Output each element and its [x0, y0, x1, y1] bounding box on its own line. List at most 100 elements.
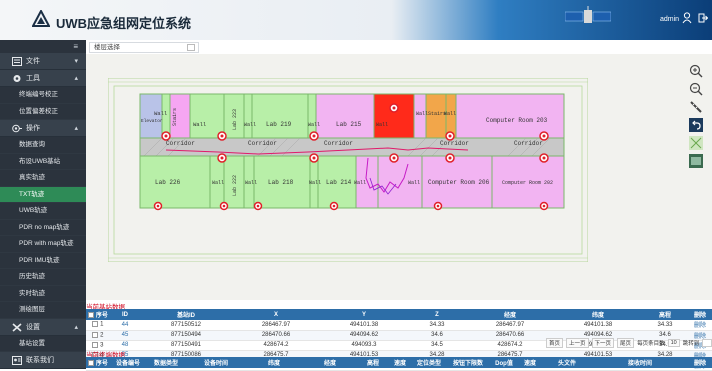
next-page-button[interactable]: 下一页 — [591, 338, 615, 348]
row-checkbox[interactable] — [92, 331, 99, 338]
select-all-checkbox[interactable] — [88, 312, 95, 319]
column-header[interactable]: Y — [320, 309, 408, 320]
row-checkbox[interactable] — [92, 321, 99, 328]
column-header[interactable]: 定位类型 — [412, 357, 446, 368]
column-header[interactable]: 删除 — [688, 309, 712, 320]
undo-icon[interactable] — [689, 118, 703, 132]
sidebar-item-position-correction[interactable]: 位置偏差校正 — [0, 104, 86, 120]
sidebar-item-history-track[interactable]: 历史轨迹 — [0, 269, 86, 286]
sidebar-item-pdr-imu[interactable]: PDR IMU轨迹 — [0, 253, 86, 269]
sidebar-item-txt-track[interactable]: TXT轨迹 — [0, 186, 86, 203]
column-header[interactable]: 数据类型 — [146, 357, 186, 368]
station-marker[interactable] — [539, 131, 549, 141]
column-header[interactable]: 序号 — [86, 309, 110, 320]
sidebar-group-operation[interactable]: 操作 ▴ — [0, 120, 86, 137]
column-header[interactable]: 接收时间 — [592, 357, 688, 368]
station-marker[interactable] — [433, 201, 443, 211]
zoom-in-icon[interactable] — [689, 64, 703, 78]
zoom-out-icon[interactable] — [689, 82, 703, 96]
column-header[interactable]: 设备时间 — [186, 357, 246, 368]
column-header[interactable]: 纬度 — [246, 357, 302, 368]
column-header[interactable]: 经度 — [466, 309, 554, 320]
map-icon[interactable] — [689, 154, 703, 168]
user-icon[interactable] — [682, 12, 692, 24]
column-header[interactable]: 速度 — [518, 357, 542, 368]
floor-select-value: 楼层选择 — [94, 44, 120, 51]
row-checkbox[interactable] — [92, 341, 99, 348]
station-marker[interactable] — [389, 153, 399, 163]
station-marker[interactable] — [329, 201, 339, 211]
logout-icon[interactable] — [698, 13, 708, 23]
floor-select[interactable]: 楼层选择 — [89, 42, 199, 53]
station-marker[interactable] — [389, 103, 399, 113]
column-header[interactable]: 删除 — [688, 357, 712, 368]
sidebar-group-contact[interactable]: 联系我们 — [0, 352, 86, 369]
room-lab-219[interactable] — [251, 93, 309, 139]
sidebar-item-terminal-correction[interactable]: 终端编号校正 — [0, 87, 86, 104]
station-marker[interactable] — [539, 201, 549, 211]
sidebar-group-settings[interactable]: 设置 ▴ — [0, 318, 86, 336]
column-header[interactable]: Z — [408, 309, 466, 320]
station-marker[interactable] — [217, 153, 227, 163]
sidebar-item-survey-layer[interactable]: 测绘图层 — [0, 302, 86, 319]
sidebar-item-station-settings[interactable]: 基站设置 — [0, 336, 86, 352]
station-marker[interactable] — [445, 153, 455, 163]
menu-collapse-icon[interactable]: ≡ — [73, 42, 78, 51]
floor-plan[interactable]: Elevator Wall Stairs Wall Lab 223 Wall L… — [108, 78, 588, 262]
table-row[interactable]: 1 44 877150512 286467.97 494101.38 34.33… — [86, 320, 712, 331]
room-label: Wall — [154, 110, 167, 117]
first-page-button[interactable]: 首页 — [546, 338, 564, 348]
column-header[interactable]: 按钮下限数 — [446, 357, 490, 368]
sidebar-item-data-query[interactable]: 数据查询 — [0, 137, 86, 154]
delete-link[interactable]: 删除 — [688, 320, 712, 331]
column-header[interactable]: 基站ID — [140, 309, 232, 320]
room-lab-215[interactable] — [315, 93, 375, 139]
user-name[interactable]: admin — [660, 16, 679, 23]
station-marker[interactable] — [161, 131, 171, 141]
measure-icon[interactable] — [689, 100, 703, 114]
room-label: Elevator — [141, 118, 163, 124]
row-select[interactable]: 1 — [86, 320, 110, 331]
station-marker[interactable] — [217, 131, 227, 141]
cell: 34.5 — [408, 340, 466, 351]
sidebar-item-pdr-with-map[interactable]: PDR with map轨迹 — [0, 236, 86, 253]
column-header[interactable]: 设备编号 — [110, 357, 146, 368]
column-header[interactable]: 头文件 — [542, 357, 592, 368]
station-marker[interactable] — [219, 201, 229, 211]
sidebar-group-tools[interactable]: 工具 ▴ — [0, 70, 86, 87]
station-marker[interactable] — [309, 153, 319, 163]
sidebar-item-true-track[interactable]: 真实轨迹 — [0, 170, 86, 187]
room-computer-203[interactable] — [455, 93, 565, 139]
last-page-button[interactable]: 尾页 — [617, 338, 635, 348]
room-wall — [243, 93, 253, 139]
station-marker[interactable] — [445, 131, 455, 141]
column-header[interactable]: X — [232, 309, 320, 320]
row-select[interactable]: 2 — [86, 330, 110, 341]
layer-icon[interactable] — [689, 136, 703, 150]
station-marker[interactable] — [539, 153, 549, 163]
column-header[interactable]: Dop值 — [490, 357, 518, 368]
room-label: Wall — [244, 122, 256, 128]
page-jump-input[interactable] — [702, 339, 712, 347]
station-marker[interactable] — [153, 201, 163, 211]
top-rooms — [139, 93, 565, 139]
prev-page-button[interactable]: 上一页 — [566, 338, 589, 348]
sidebar-item-deploy-uwb[interactable]: 布设UWB基站 — [0, 154, 86, 170]
column-header[interactable]: 纬度 — [554, 309, 642, 320]
station-marker[interactable] — [309, 131, 319, 141]
station-marker[interactable] — [253, 201, 263, 211]
select-all-checkbox[interactable] — [88, 360, 95, 367]
sidebar-item-pdr-no-map[interactable]: PDR no map轨迹 — [0, 220, 86, 236]
room-label: Computer Room 202 — [502, 180, 553, 186]
sidebar-group-file[interactable]: 文件 ▾ — [0, 53, 86, 70]
column-header[interactable]: 高程 — [642, 309, 688, 320]
column-header[interactable]: 速度 — [388, 357, 412, 368]
page-size-select[interactable]: 10 — [667, 339, 680, 347]
column-header[interactable]: ID — [110, 309, 140, 320]
column-header[interactable]: 经度 — [302, 357, 358, 368]
sidebar-item-realtime-track[interactable]: 实时轨迹 — [0, 286, 86, 302]
column-header[interactable]: 序号 — [86, 357, 110, 368]
column-header[interactable]: 高程 — [358, 357, 388, 368]
map-canvas[interactable]: Elevator Wall Stairs Wall Lab 223 Wall L… — [86, 54, 712, 300]
sidebar-item-uwb-track[interactable]: UWB轨迹 — [0, 203, 86, 220]
